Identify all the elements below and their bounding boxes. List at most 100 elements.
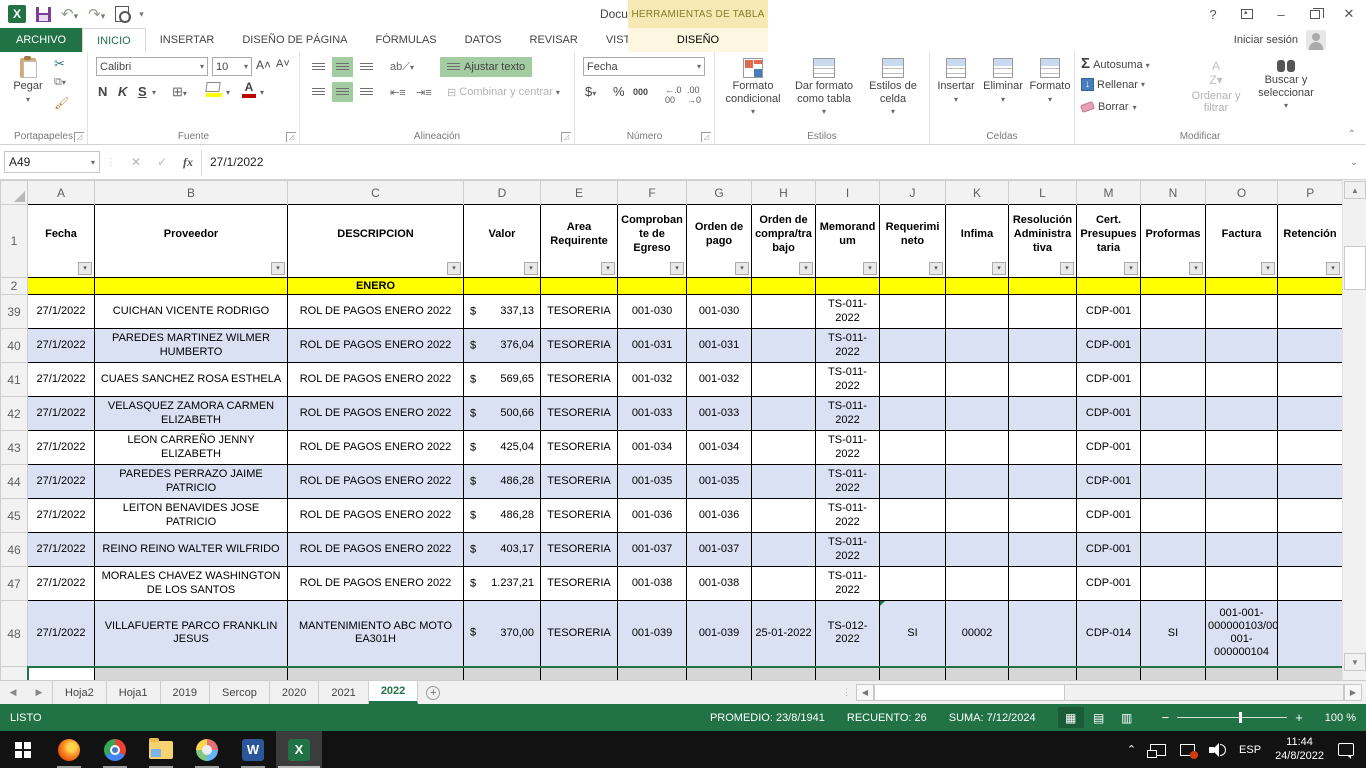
cell[interactable]: 001-032 (687, 363, 752, 397)
row-header-46[interactable]: 46 (1, 533, 28, 567)
cell[interactable] (1206, 431, 1278, 465)
row-header-44[interactable]: 44 (1, 465, 28, 499)
cell[interactable] (464, 667, 541, 681)
portapapeles-dialog-launcher[interactable]: ◿ (74, 132, 84, 142)
cell[interactable] (1278, 567, 1343, 601)
cell-valor[interactable]: $337,13 (464, 295, 541, 329)
cell[interactable]: TESORERIA (541, 431, 618, 465)
cell[interactable] (946, 533, 1009, 567)
column-header-A[interactable]: A (28, 181, 95, 205)
cell[interactable]: LEITON BENAVIDES JOSE PATRICIO (95, 499, 288, 533)
row-header-42[interactable]: 42 (1, 397, 28, 431)
cell[interactable] (816, 278, 880, 295)
currency-format-icon[interactable]: $▾ (585, 84, 596, 99)
font-color-dropdown-icon[interactable]: ▾ (260, 88, 264, 97)
cell[interactable]: VELASQUEZ ZAMORA CARMEN ELIZABETH (95, 397, 288, 431)
cell[interactable]: ROL DE PAGOS ENERO 2022 (288, 533, 464, 567)
cell[interactable] (880, 533, 946, 567)
number-format-select[interactable]: Fecha▾ (583, 57, 705, 76)
align-left-icon[interactable] (308, 82, 329, 102)
fill-button[interactable]: ↓Rellenar▾ (1081, 78, 1145, 91)
cell[interactable]: CDP-001 (1077, 465, 1141, 499)
sign-in[interactable]: Iniciar sesión (1234, 28, 1326, 52)
cell[interactable] (946, 667, 1009, 681)
redo-icon[interactable]: ↷▾ (88, 7, 105, 22)
cell[interactable] (1009, 431, 1077, 465)
cell[interactable]: 001-037 (687, 533, 752, 567)
cell[interactable] (816, 667, 880, 681)
cell[interactable] (1141, 465, 1206, 499)
new-sheet-icon[interactable]: + (418, 681, 448, 704)
cell[interactable] (880, 329, 946, 363)
cell[interactable]: CDP-001 (1077, 499, 1141, 533)
row-header-43[interactable]: 43 (1, 431, 28, 465)
cell[interactable] (1009, 397, 1077, 431)
orientation-icon[interactable]: ab⟋▾ (386, 57, 418, 77)
cell[interactable]: CDP-001 (1077, 533, 1141, 567)
save-icon[interactable] (36, 7, 51, 22)
table-header-cell[interactable]: Fecha▾ (28, 205, 95, 278)
cell[interactable] (1141, 667, 1206, 681)
cell[interactable]: TS-011-2022 (816, 431, 880, 465)
cell[interactable]: CDP-001 (1077, 567, 1141, 601)
column-header-B[interactable]: B (95, 181, 288, 205)
cell[interactable]: 001-032 (618, 363, 687, 397)
cell[interactable]: 001-036 (687, 499, 752, 533)
sheet-tab-Sercop[interactable]: Sercop (210, 681, 270, 704)
cell[interactable]: TS-011-2022 (816, 499, 880, 533)
cell[interactable]: VILLAFUERTE PARCO FRANKLIN JESUS (95, 601, 288, 667)
cell[interactable]: TS-011-2022 (816, 295, 880, 329)
column-header-F[interactable]: F (618, 181, 687, 205)
page-layout-view-icon[interactable]: ▤ (1086, 707, 1112, 728)
cell[interactable] (95, 278, 288, 295)
cell[interactable] (687, 667, 752, 681)
cell[interactable]: CDP-001 (1077, 431, 1141, 465)
cell[interactable]: TESORERIA (541, 533, 618, 567)
scroll-down-icon[interactable]: ▼ (1344, 653, 1366, 671)
cell[interactable] (946, 431, 1009, 465)
sheet-tab-2021[interactable]: 2021 (319, 681, 368, 704)
filter-dropdown-icon[interactable]: ▾ (929, 262, 943, 275)
cell[interactable] (1278, 667, 1343, 681)
cell-styles-button[interactable]: Estilos de celda▾ (861, 54, 925, 116)
cell[interactable] (1206, 465, 1278, 499)
cell[interactable] (880, 397, 946, 431)
cell[interactable] (880, 567, 946, 601)
cell[interactable]: MANTENIMIENTO ABC MOTO EA301H (288, 601, 464, 667)
ribbon-tab-2[interactable]: INSERTAR (146, 28, 229, 52)
cell[interactable]: TESORERIA (541, 295, 618, 329)
font-size-select[interactable]: 10▾ (212, 57, 252, 76)
table-header-cell[interactable]: DESCRIPCION▾ (288, 205, 464, 278)
cell[interactable] (618, 278, 687, 295)
cell[interactable]: CUICHAN VICENTE RODRIGO (95, 295, 288, 329)
cell[interactable] (1009, 567, 1077, 601)
cell[interactable] (946, 465, 1009, 499)
ribbon-tab-0[interactable]: ARCHIVO (0, 28, 82, 52)
ribbon-tab-6[interactable]: REVISAR (516, 28, 592, 52)
filter-dropdown-icon[interactable]: ▾ (863, 262, 877, 275)
filter-dropdown-icon[interactable]: ▾ (447, 262, 461, 275)
cell[interactable] (1206, 667, 1278, 681)
taskbar-excel[interactable]: X (276, 731, 322, 768)
cancel-icon[interactable]: ✕ (123, 155, 149, 169)
cell[interactable] (1009, 499, 1077, 533)
table-header-cell[interactable]: Valor▾ (464, 205, 541, 278)
cell[interactable] (752, 667, 816, 681)
column-header-C[interactable]: C (288, 181, 464, 205)
cell[interactable]: 001-031 (618, 329, 687, 363)
cell[interactable] (1206, 533, 1278, 567)
cell[interactable] (1009, 533, 1077, 567)
table-header-cell[interactable]: Cert. Presupuestaria▾ (1077, 205, 1141, 278)
cell[interactable] (1141, 431, 1206, 465)
cell-valor[interactable]: $486,28 (464, 499, 541, 533)
row-header-45[interactable]: 45 (1, 499, 28, 533)
formula-input[interactable]: 27/1/2022 (201, 150, 1342, 175)
cell[interactable]: LEON CARREÑO JENNY ELIZABETH (95, 431, 288, 465)
cell[interactable]: TESORERIA (541, 499, 618, 533)
language-indicator[interactable]: ESP (1239, 744, 1261, 756)
cell[interactable]: TS-011-2022 (816, 363, 880, 397)
sheet-tab-2020[interactable]: 2020 (270, 681, 319, 704)
expand-formula-bar-icon[interactable]: ⌄ (1342, 157, 1366, 168)
cell[interactable]: CDP-001 (1077, 329, 1141, 363)
cell[interactable]: 27/1/2022 (28, 567, 95, 601)
